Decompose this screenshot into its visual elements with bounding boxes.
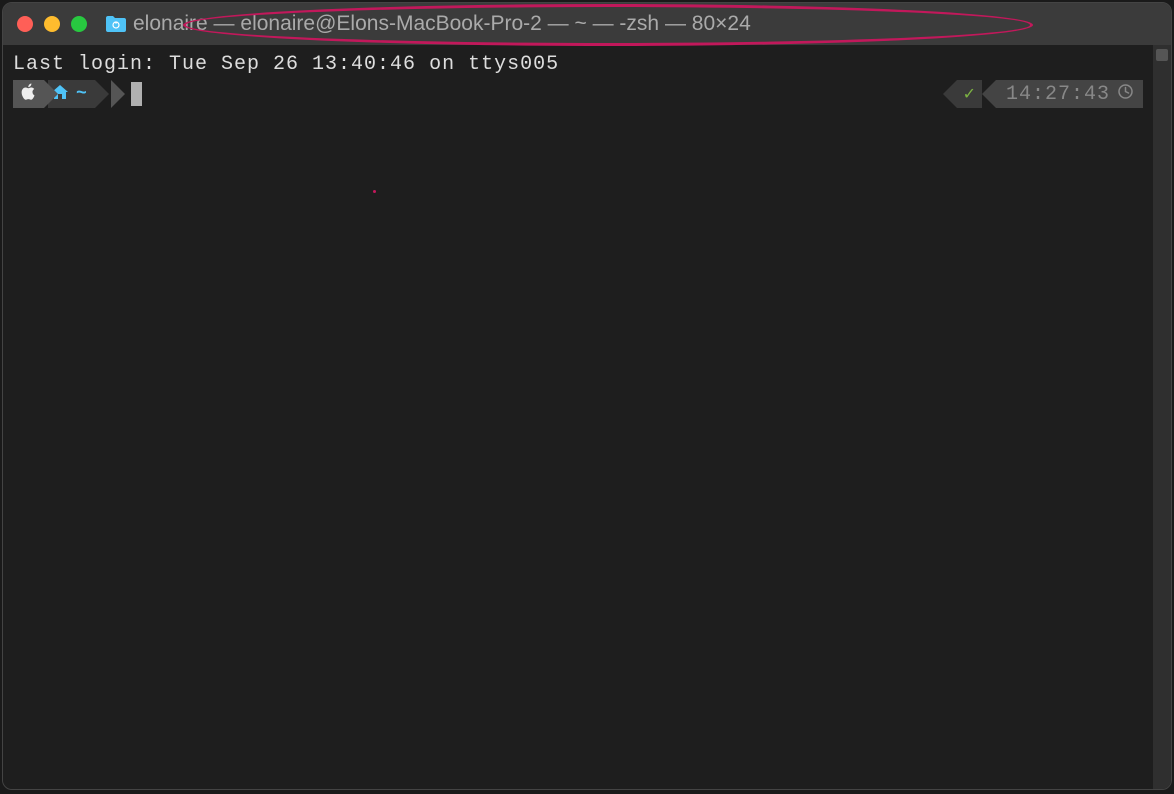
close-button[interactable] <box>17 16 33 32</box>
folder-icon <box>105 15 127 33</box>
annotation-dot <box>373 190 376 193</box>
maximize-button[interactable] <box>71 16 87 32</box>
check-icon: ✓ <box>963 84 976 104</box>
time-segment: 14:27:43 <box>996 80 1143 108</box>
titlebar[interactable]: elonaire — elonaire@Elons-MacBook-Pro-2 … <box>3 3 1171 45</box>
minimize-button[interactable] <box>44 16 60 32</box>
window-title: elonaire — elonaire@Elons-MacBook-Pro-2 … <box>133 12 751 36</box>
apple-icon <box>21 83 36 105</box>
clock-icon <box>1118 84 1133 104</box>
prompt-segment-os <box>13 80 44 108</box>
path-tilde: ~ <box>76 84 87 104</box>
terminal-body: Last login: Tue Sep 26 13:40:46 on ttys0… <box>3 45 1171 789</box>
status-segment: ✓ <box>957 80 982 108</box>
cursor <box>131 82 142 106</box>
last-login-text: Last login: Tue Sep 26 13:40:46 on ttys0… <box>13 53 1143 76</box>
prompt-left: ~ <box>13 80 142 108</box>
terminal-window: elonaire — elonaire@Elons-MacBook-Pro-2 … <box>2 2 1172 790</box>
traffic-lights <box>17 16 87 32</box>
prompt-line: ~ ✓ 14:27:43 <box>13 80 1143 108</box>
prompt-segment-path: ~ <box>44 80 109 108</box>
prompt-end-arrow-icon <box>111 80 125 108</box>
prompt-right: ✓ 14:27:43 <box>943 80 1143 108</box>
time-text: 14:27:43 <box>1006 83 1110 106</box>
terminal-content[interactable]: Last login: Tue Sep 26 13:40:46 on ttys0… <box>3 45 1153 789</box>
scrollbar-thumb[interactable] <box>1156 49 1168 61</box>
scrollbar[interactable] <box>1153 45 1171 789</box>
